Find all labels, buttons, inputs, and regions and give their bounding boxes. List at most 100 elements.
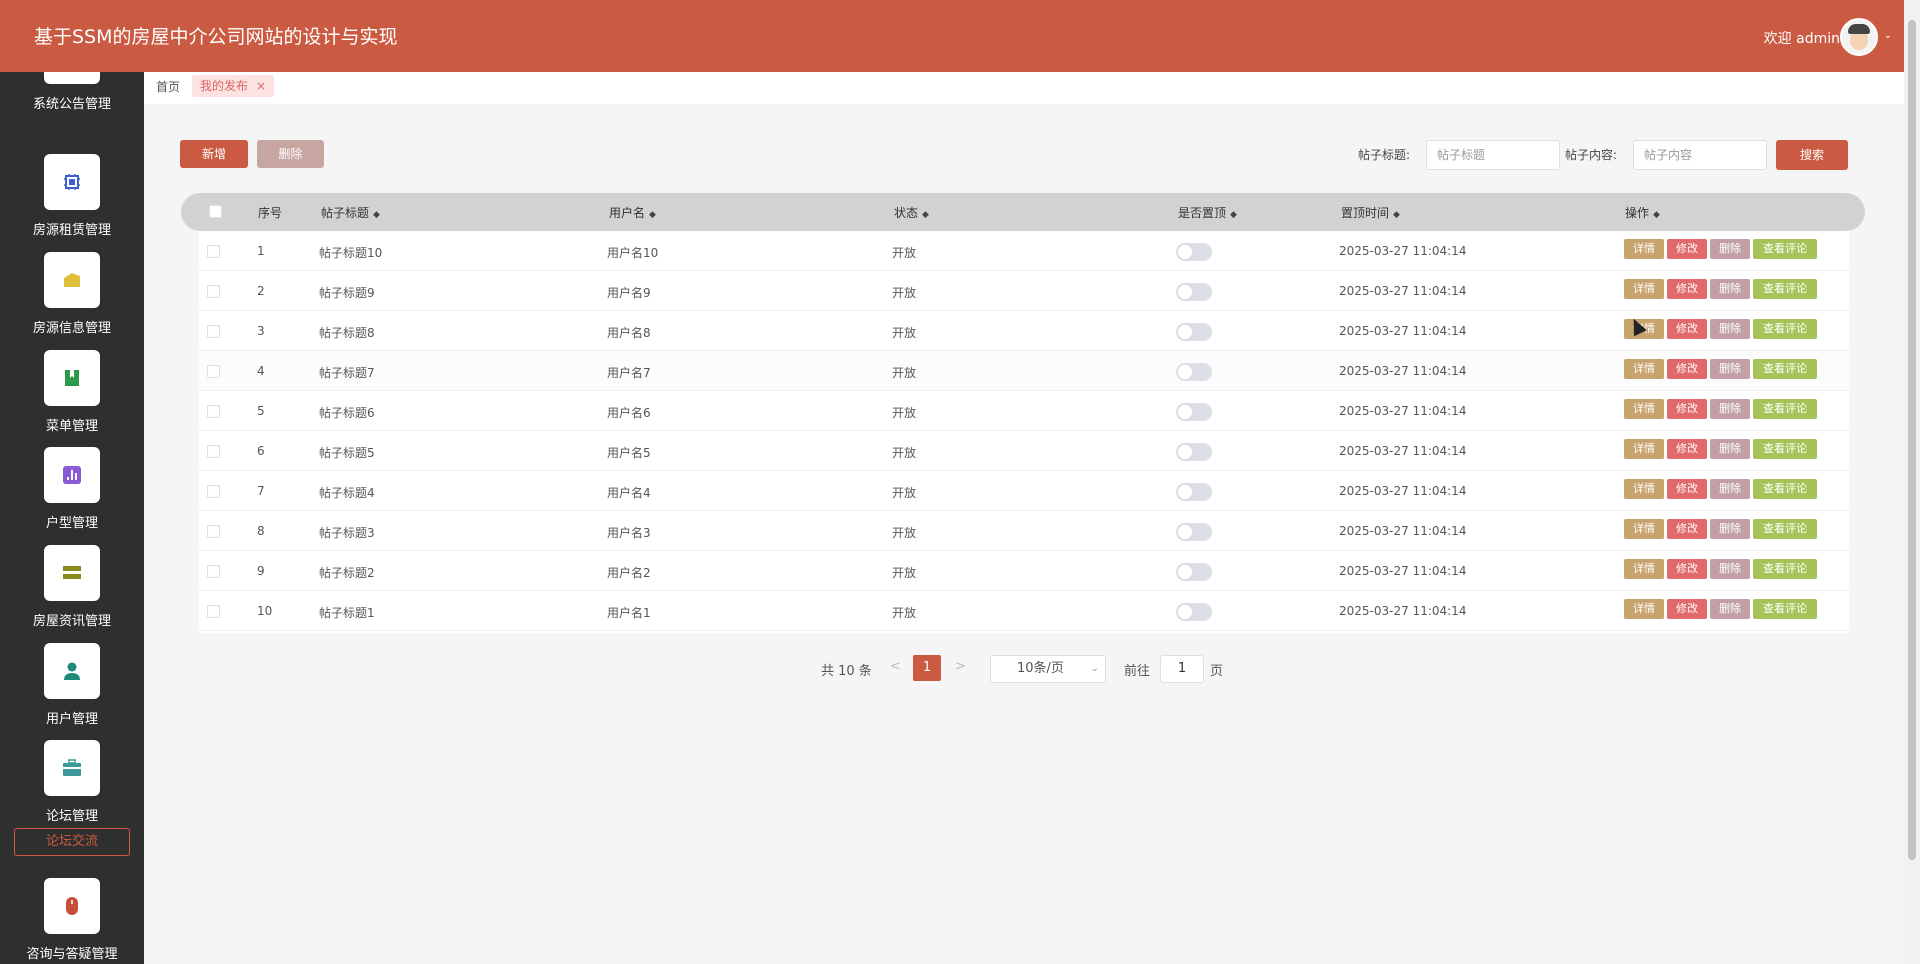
delete-button[interactable]: 删除 [1710,519,1750,539]
delete-button[interactable]: 删除 [1710,439,1750,459]
edit-button[interactable]: 修改 [1667,599,1707,619]
pinned-toggle[interactable] [1176,483,1212,501]
vertical-scrollbar[interactable] [1904,0,1920,964]
edit-button[interactable]: 修改 [1667,439,1707,459]
delete-button[interactable]: 删除 [1710,599,1750,619]
delete-button[interactable]: 删除 [1710,399,1750,419]
pinned-toggle[interactable] [1176,243,1212,261]
column-header-user[interactable]: 用户名 ◆ [609,204,656,221]
edit-button[interactable]: 修改 [1667,359,1707,379]
select-all-checkbox[interactable] [209,205,222,218]
sort-icon[interactable]: ◆ [922,210,929,220]
sidebar-item-announcements[interactable]: 系统公告管理 [0,72,144,112]
row-checkbox[interactable] [207,405,220,418]
detail-button[interactable]: 详情 [1624,399,1664,419]
column-header-pinned[interactable]: 是否置顶 ◆ [1178,204,1237,221]
detail-button[interactable]: 详情 [1624,239,1664,259]
sidebar-item-forum[interactable]: 论坛管理 [0,740,144,824]
edit-button[interactable]: 修改 [1667,399,1707,419]
delete-button[interactable]: 删除 [1710,359,1750,379]
detail-button[interactable]: 详情 [1624,479,1664,499]
view-comments-button[interactable]: 查看评论 [1753,599,1817,619]
detail-button[interactable]: 详情 [1624,439,1664,459]
view-comments-button[interactable]: 查看评论 [1753,359,1817,379]
edit-button[interactable]: 修改 [1667,279,1707,299]
pinned-toggle[interactable] [1176,563,1212,581]
detail-button[interactable]: 详情 [1624,519,1664,539]
scrollbar-thumb[interactable] [1908,20,1916,860]
tab-my-posts[interactable]: 我的发布 × [192,75,275,97]
pinned-toggle[interactable] [1176,603,1212,621]
user-avatar-icon[interactable] [1840,18,1878,56]
cell-status: 开放 [892,526,917,540]
sidebar-item-listings[interactable]: 房源信息管理 [0,252,144,336]
sort-icon[interactable]: ◆ [1653,210,1660,220]
column-header-actions[interactable]: 操作 ◆ [1625,204,1660,221]
sidebar-subitem-forum-exchange[interactable]: 论坛交流 [14,828,130,856]
page-number-current[interactable]: 1 [913,655,941,681]
row-checkbox[interactable] [207,445,220,458]
column-header-title[interactable]: 帖子标题 ◆ [321,204,380,221]
view-comments-button[interactable]: 查看评论 [1753,439,1817,459]
detail-button[interactable]: 详情 [1624,359,1664,379]
sort-icon[interactable]: ◆ [1393,210,1400,220]
close-icon[interactable]: × [256,79,266,93]
tab-home[interactable]: 首页 [156,78,180,95]
delete-button[interactable]: 删除 [1710,279,1750,299]
view-comments-button[interactable]: 查看评论 [1753,399,1817,419]
title-search-input[interactable]: 帖子标题 [1426,140,1560,170]
sort-icon[interactable]: ◆ [649,210,656,220]
delete-button[interactable]: 删除 [1710,559,1750,579]
row-checkbox[interactable] [207,605,220,618]
edit-button[interactable]: 修改 [1667,319,1707,339]
row-checkbox[interactable] [207,525,220,538]
sidebar-item-menu[interactable]: 菜单管理 [0,350,144,434]
detail-button[interactable]: 详情 [1624,279,1664,299]
next-page-button[interactable]: > [955,659,966,674]
sidebar-item-users[interactable]: 用户管理 [0,643,144,727]
pinned-toggle[interactable] [1176,323,1212,341]
delete-button[interactable]: 删除 [1710,319,1750,339]
view-comments-button[interactable]: 查看评论 [1753,279,1817,299]
content-search-input[interactable]: 帖子内容 [1633,140,1767,170]
sidebar-item-consulting[interactable]: 咨询与答疑管理 [0,878,144,962]
sort-icon[interactable]: ◆ [1230,210,1237,220]
row-checkbox[interactable] [207,245,220,258]
pinned-toggle[interactable] [1176,283,1212,301]
add-button[interactable]: 新增 [180,140,248,168]
edit-button[interactable]: 修改 [1667,479,1707,499]
prev-page-button[interactable]: < [890,659,901,674]
search-button[interactable]: 搜索 [1776,140,1848,170]
pinned-toggle[interactable] [1176,403,1212,421]
goto-page-input[interactable]: 1 [1160,655,1204,683]
detail-button[interactable]: 详情 [1624,599,1664,619]
row-checkbox[interactable] [207,365,220,378]
view-comments-button[interactable]: 查看评论 [1753,239,1817,259]
delete-button[interactable]: 删除 [1710,479,1750,499]
view-comments-button[interactable]: 查看评论 [1753,559,1817,579]
sort-icon[interactable]: ◆ [373,210,380,220]
edit-button[interactable]: 修改 [1667,559,1707,579]
pinned-toggle[interactable] [1176,443,1212,461]
edit-button[interactable]: 修改 [1667,519,1707,539]
column-header-pin-time[interactable]: 置顶时间 ◆ [1341,204,1400,221]
pinned-toggle[interactable] [1176,363,1212,381]
sidebar-item-news[interactable]: 房屋资讯管理 [0,545,144,629]
delete-button[interactable]: 删除 [1710,239,1750,259]
view-comments-button[interactable]: 查看评论 [1753,479,1817,499]
page-size-select[interactable]: 10条/页 ⌄ [990,655,1106,683]
row-checkbox[interactable] [207,325,220,338]
pinned-toggle[interactable] [1176,523,1212,541]
detail-button[interactable]: 详情 [1624,559,1664,579]
sidebar-item-floorplan[interactable]: 户型管理 [0,447,144,531]
chevron-down-icon[interactable]: ⌄ [1884,30,1892,41]
view-comments-button[interactable]: 查看评论 [1753,319,1817,339]
column-header-status[interactable]: 状态 ◆ [894,204,929,221]
row-checkbox[interactable] [207,565,220,578]
batch-delete-button[interactable]: 删除 [257,140,324,168]
view-comments-button[interactable]: 查看评论 [1753,519,1817,539]
sidebar-item-rental[interactable]: 房源租赁管理 [0,154,144,238]
edit-button[interactable]: 修改 [1667,239,1707,259]
row-checkbox[interactable] [207,485,220,498]
row-checkbox[interactable] [207,285,220,298]
